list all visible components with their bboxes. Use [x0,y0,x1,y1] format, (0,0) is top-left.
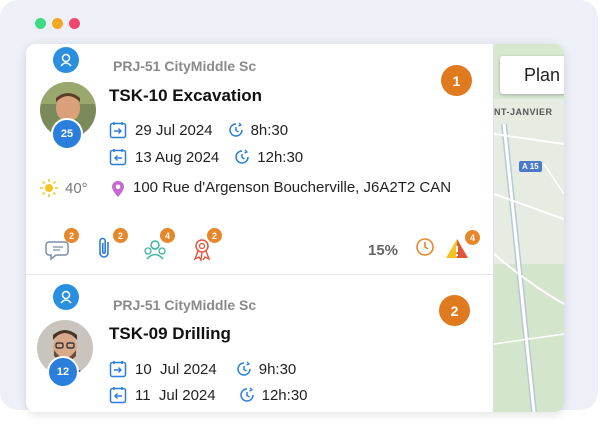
end-date: 13 Aug 2024 [135,148,220,166]
certifications-count: 2 [207,228,222,243]
start-date: 10 Jul 2024 [135,360,217,378]
task-title[interactable]: TSK-10 Excavation [109,86,262,106]
map-panel[interactable]: Plan NT-JANVIER A 15 [494,44,564,412]
task-card[interactable]: PRJ-51 CityMiddle Sc 1 TSK-10 Excavation… [26,44,494,275]
team-count: 4 [160,228,175,243]
assignee-count-badge: 25 [51,118,83,150]
map-roads [494,44,564,412]
task-title[interactable]: TSK-09 Drilling [109,324,231,344]
assignee-count-badge: 12 [47,356,79,388]
comments-count: 2 [64,228,79,243]
project-icon [53,47,79,73]
attachments-button[interactable]: 2 [94,228,128,260]
location-pin-icon [111,180,125,198]
calendar-end-icon [109,148,127,166]
alerts-count: 4 [465,230,480,245]
calendar-start-icon [109,121,127,139]
task-list[interactable]: PRJ-51 CityMiddle Sc 1 TSK-10 Excavation… [26,44,494,412]
clock-icon [235,360,253,378]
plan-button[interactable]: Plan [500,56,564,94]
end-row: 11 Jul 2024 12h:30 [109,386,308,404]
address-row: 100 Rue d'Argenson Boucherville, J6A2T2 … [111,178,461,198]
plan-button-label: Plan [524,65,561,85]
certifications-button[interactable]: 2 [188,228,222,262]
address[interactable]: 100 Rue d'Argenson Boucherville, J6A2T2 … [133,178,451,198]
clock-icon [238,386,256,404]
team-button[interactable]: 4 [141,228,175,260]
end-time: 12h:30 [261,386,308,404]
timer-icon[interactable] [414,236,444,266]
start-time: 9h:30 [258,360,297,378]
attachments-count: 2 [113,228,128,243]
window-dot-pink[interactable] [69,18,80,29]
start-time: 8h:30 [250,121,289,139]
task-order-badge: 1 [441,65,472,96]
alerts-button[interactable]: 4 [444,230,480,260]
task-order-badge: 2 [439,295,470,326]
calendar-end-icon [109,386,127,404]
end-row: 13 Aug 2024 12h:30 [109,148,303,166]
clock-icon [233,148,251,166]
start-row: 10 Jul 2024 9h:30 [109,360,296,378]
end-time: 12h:30 [257,148,304,166]
window-controls [35,18,80,29]
comments-button[interactable]: 2 [45,228,79,261]
app-window: Plan NT-JANVIER A 15 PRJ-51 CityMiddle S… [26,44,564,412]
clock-icon [227,121,245,139]
task-actions: 2 2 4 2 15% 4 [26,228,494,270]
sun-icon [39,178,59,198]
start-row: 29 Jul 2024 8h:30 [109,121,288,139]
start-date: 29 Jul 2024 [135,121,213,139]
project-icon [53,284,79,310]
highway-label: A 15 [519,161,542,172]
project-name[interactable]: PRJ-51 CityMiddle Sc [113,58,256,74]
map-place-label: NT-JANVIER [494,107,553,117]
window-dot-orange[interactable] [52,18,63,29]
task-card[interactable]: PRJ-51 CityMiddle Sc 2 TSK-09 Drilling 1… [26,276,494,412]
project-name[interactable]: PRJ-51 CityMiddle Sc [113,297,256,313]
temperature: 40° [65,179,88,197]
window-dot-green[interactable] [35,18,46,29]
end-date: 11 Jul 2024 [135,386,216,404]
calendar-start-icon [109,360,127,378]
weather: 40° [39,178,88,198]
progress-percent: 15% [368,242,399,259]
